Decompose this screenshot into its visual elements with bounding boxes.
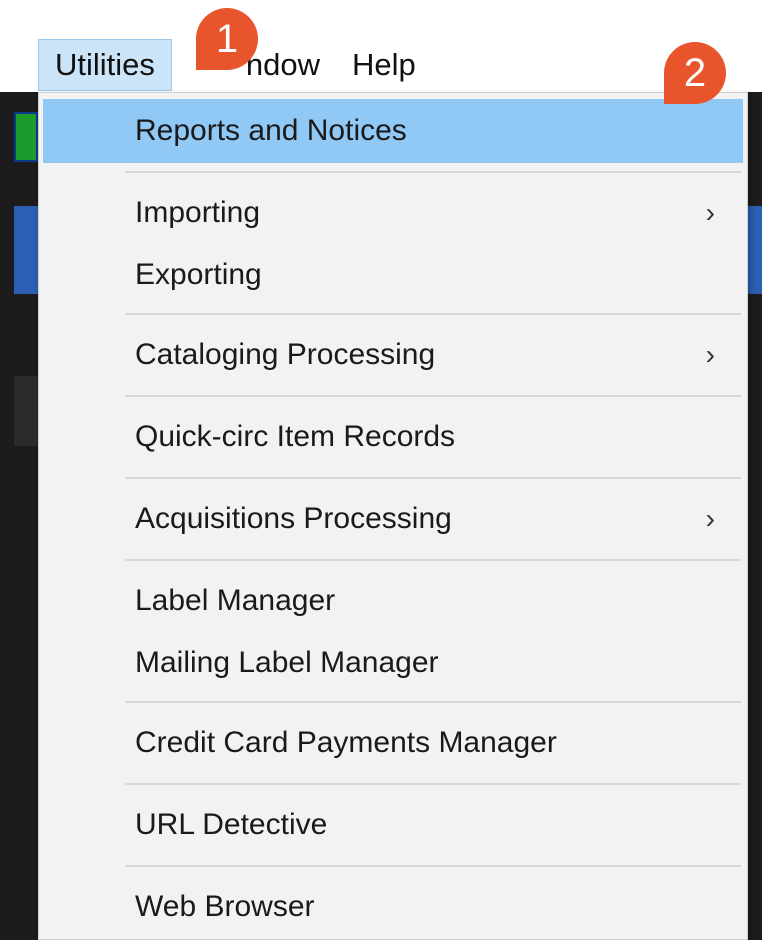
- callout-number: 1: [215, 17, 239, 61]
- menu-separator: [125, 313, 741, 315]
- background-app-banner: [14, 206, 40, 294]
- callout-number: 2: [683, 51, 707, 95]
- menu-item-quick-circ-item-records[interactable]: Quick-circ Item Records: [43, 405, 743, 469]
- menu-separator: [125, 171, 741, 173]
- menu-utilities[interactable]: Utilities: [38, 39, 172, 91]
- menu-item-label: URL Detective: [135, 808, 328, 841]
- menu-separator: [125, 865, 741, 867]
- menu-separator: [125, 783, 741, 785]
- menu-separator: [125, 477, 741, 479]
- menu-separator: [125, 559, 741, 561]
- menu-item-cataloging-processing[interactable]: Cataloging Processing ›: [43, 323, 743, 387]
- chevron-right-icon: ›: [705, 503, 715, 534]
- menu-item-reports-and-notices[interactable]: Reports and Notices: [43, 99, 743, 163]
- menu-item-url-detective[interactable]: URL Detective: [43, 793, 743, 857]
- callout-badge-2: 2: [664, 42, 726, 104]
- menu-bar: Utilities ndow Help: [0, 38, 762, 92]
- background-app-bar: [14, 376, 40, 446]
- menu-separator: [125, 395, 741, 397]
- menu-help[interactable]: Help: [338, 40, 430, 90]
- menu-separator: [125, 701, 741, 703]
- menu-item-acquisitions-processing[interactable]: Acquisitions Processing ›: [43, 487, 743, 551]
- menu-item-label: Importing: [135, 196, 261, 229]
- menu-item-label: Web Browser: [135, 890, 315, 923]
- menu-item-label: Exporting: [135, 258, 262, 291]
- menu-item-label: Reports and Notices: [135, 114, 407, 147]
- utilities-dropdown-menu: Reports and Notices Importing › Exportin…: [38, 92, 748, 940]
- menu-item-label-manager[interactable]: Label Manager: [43, 569, 743, 633]
- menu-item-exporting[interactable]: Exporting: [43, 243, 743, 307]
- menu-item-label: Quick-circ Item Records: [135, 420, 456, 453]
- menu-item-label: Label Manager: [135, 584, 336, 617]
- chevron-right-icon: ›: [705, 197, 715, 228]
- menu-item-label: Credit Card Payments Manager: [135, 726, 557, 759]
- menu-item-label: Cataloging Processing: [135, 338, 436, 371]
- menu-item-web-browser[interactable]: Web Browser: [43, 875, 743, 939]
- menu-item-importing[interactable]: Importing ›: [43, 181, 743, 245]
- menu-item-label: Acquisitions Processing: [135, 502, 452, 535]
- menu-item-label: Mailing Label Manager: [135, 646, 439, 679]
- menu-item-credit-card-payments-manager[interactable]: Credit Card Payments Manager: [43, 711, 743, 775]
- menu-item-mailing-label-manager[interactable]: Mailing Label Manager: [43, 631, 743, 695]
- callout-badge-1: 1: [196, 8, 258, 70]
- background-app-icon: [14, 112, 38, 162]
- chevron-right-icon: ›: [705, 339, 715, 370]
